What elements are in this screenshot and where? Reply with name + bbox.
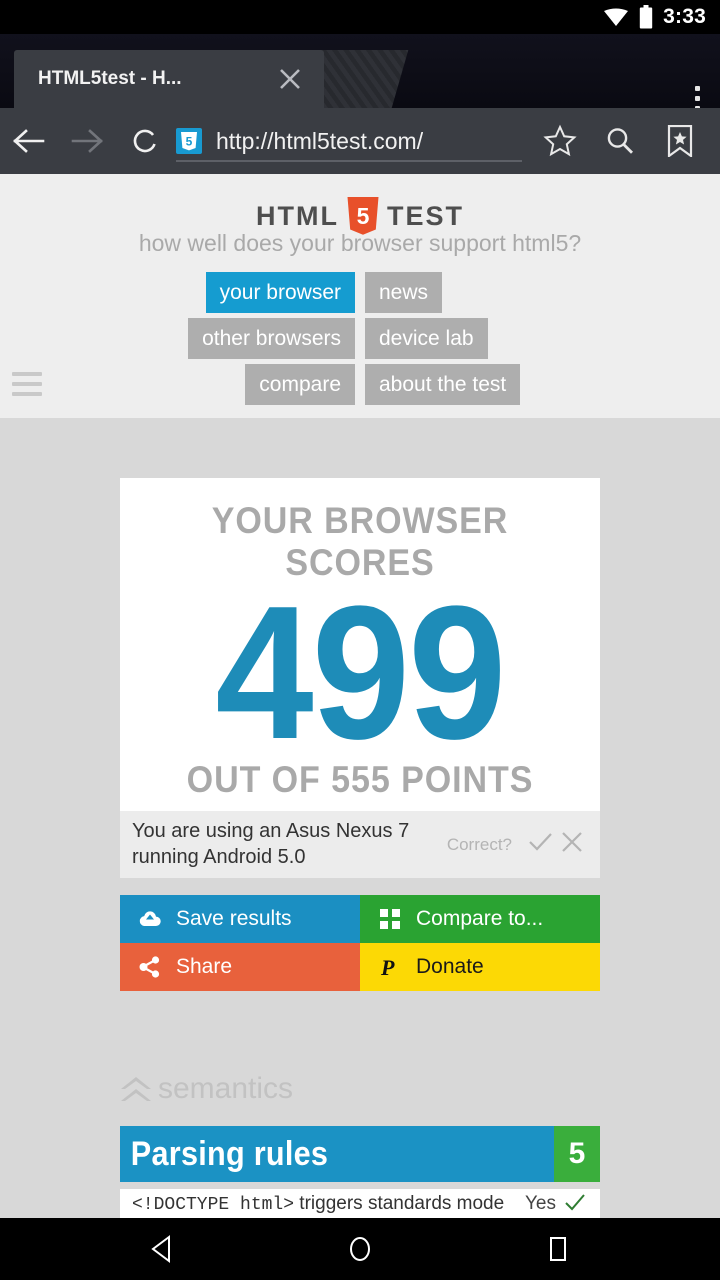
back-triangle-icon[interactable] bbox=[145, 1232, 179, 1266]
check-icon[interactable] bbox=[526, 828, 554, 861]
compare-to-button[interactable]: Compare to... bbox=[360, 895, 600, 943]
url-text: http://html5test.com/ bbox=[216, 127, 424, 154]
nav-item-other-browsers[interactable]: other browsers bbox=[188, 318, 355, 360]
logo-text-left: HTML bbox=[256, 200, 339, 231]
feature-name-code: <!DOCTYPE html> bbox=[132, 1195, 295, 1215]
android-nav-bar bbox=[0, 1218, 720, 1280]
feature-group-bar[interactable]: Parsing rules 5 bbox=[120, 1126, 600, 1182]
compare-to-label: Compare to... bbox=[416, 907, 544, 930]
nav-row: compare about the test bbox=[0, 364, 720, 406]
wifi-icon bbox=[603, 7, 629, 27]
web-page-viewport: HTML 5 TEST how well does your browser s… bbox=[0, 174, 720, 1218]
bookmarks-icon[interactable] bbox=[650, 108, 710, 174]
nav-item-compare[interactable]: compare bbox=[245, 364, 355, 406]
check-icon bbox=[564, 1192, 586, 1217]
feature-group-label: Parsing rules bbox=[130, 1134, 329, 1173]
save-results-label: Save results bbox=[176, 907, 292, 930]
paypal-icon: P bbox=[378, 955, 402, 979]
feature-group-score: 5 bbox=[554, 1126, 600, 1182]
battery-icon bbox=[639, 5, 653, 29]
site-header: HTML 5 TEST how well does your browser s… bbox=[0, 174, 720, 418]
double-chevron-up-icon bbox=[118, 1074, 154, 1104]
svg-text:P: P bbox=[380, 955, 395, 979]
device-info-bar: You are using an Asus Nexus 7 running An… bbox=[120, 811, 600, 879]
dot bbox=[695, 86, 700, 91]
feature-name-rest: triggers standards mode bbox=[294, 1193, 505, 1214]
url-bar[interactable]: 5 http://html5test.com/ bbox=[176, 108, 530, 174]
score-value: 499 bbox=[215, 567, 506, 779]
search-icon[interactable] bbox=[590, 108, 650, 174]
home-circle-icon[interactable] bbox=[343, 1232, 377, 1266]
action-buttons: Save results Compare to... Share P Donat… bbox=[120, 895, 600, 991]
browser-tab-strip: HTML5test - H... bbox=[0, 34, 720, 108]
nav-item-your-browser[interactable]: your browser bbox=[205, 272, 355, 314]
section-title-semantics: semantics bbox=[118, 1072, 293, 1106]
score-card: YOUR BROWSER SCORES 499 OUT OF 555 POINT… bbox=[120, 478, 600, 828]
cross-icon[interactable] bbox=[558, 828, 586, 861]
logo-text-right: TEST bbox=[386, 200, 464, 231]
close-icon[interactable] bbox=[278, 67, 302, 91]
status-bar-clock: 3:33 bbox=[663, 5, 706, 28]
nav-item-device-lab[interactable]: device lab bbox=[365, 318, 488, 360]
nav-col-right: about the test bbox=[365, 364, 521, 406]
share-label: Share bbox=[176, 955, 233, 978]
nav-item-about-the-test[interactable]: about the test bbox=[365, 364, 521, 406]
score-subline: OUT OF 555 POINTS bbox=[186, 759, 534, 801]
grid-icon bbox=[378, 909, 402, 929]
cloud-upload-icon bbox=[138, 909, 162, 929]
site-tagline: how well does your browser support html5… bbox=[138, 230, 582, 256]
android-status-bar: 3:33 bbox=[0, 0, 720, 34]
nav-col-right: device lab bbox=[365, 318, 510, 360]
html5-shield-favicon: 5 bbox=[176, 128, 202, 154]
browser-toolbar: 5 http://html5test.com/ bbox=[0, 108, 720, 174]
donate-label: Donate bbox=[416, 955, 484, 978]
feature-row: <!DOCTYPE html> triggers standards mode … bbox=[120, 1189, 600, 1218]
svg-text:5: 5 bbox=[186, 135, 193, 149]
nav-col-left: compare bbox=[210, 364, 355, 406]
site-nav: your browser news other browsers device … bbox=[0, 272, 720, 410]
share-icon bbox=[138, 956, 162, 978]
overflow-menu-icon[interactable] bbox=[695, 86, 700, 108]
browser-tab[interactable]: HTML5test - H... bbox=[14, 50, 324, 108]
bookmark-star-icon[interactable] bbox=[530, 108, 590, 174]
svg-text:5: 5 bbox=[357, 203, 370, 229]
correct-label: Correct? bbox=[446, 834, 512, 854]
back-button[interactable] bbox=[0, 108, 58, 174]
nav-col-right: news bbox=[365, 272, 510, 314]
feature-value: Yes bbox=[525, 1193, 556, 1214]
toolbar-actions bbox=[530, 108, 720, 174]
nav-row: other browsers device lab bbox=[0, 318, 720, 360]
save-results-button[interactable]: Save results bbox=[120, 895, 360, 943]
share-button[interactable]: Share bbox=[120, 943, 360, 991]
forward-button[interactable] bbox=[58, 108, 116, 174]
nav-col-left: your browser bbox=[205, 272, 355, 314]
reload-button[interactable] bbox=[116, 108, 174, 174]
donate-button[interactable]: P Donate bbox=[360, 943, 600, 991]
recents-square-icon[interactable] bbox=[541, 1232, 575, 1266]
nav-item-news[interactable]: news bbox=[365, 272, 443, 314]
feature-name: <!DOCTYPE html> triggers standards mode bbox=[132, 1193, 525, 1215]
device-info-text: You are using an Asus Nexus 7 running An… bbox=[132, 820, 410, 868]
nav-row: your browser news bbox=[0, 272, 720, 314]
android-device-screen: 3:33 HTML5test - H... 5 http://html5test… bbox=[0, 0, 720, 1280]
nav-col-left: other browsers bbox=[188, 318, 355, 360]
section-title-label: semantics bbox=[158, 1072, 294, 1105]
dot bbox=[695, 96, 700, 101]
tab-title: HTML5test - H... bbox=[38, 68, 182, 89]
